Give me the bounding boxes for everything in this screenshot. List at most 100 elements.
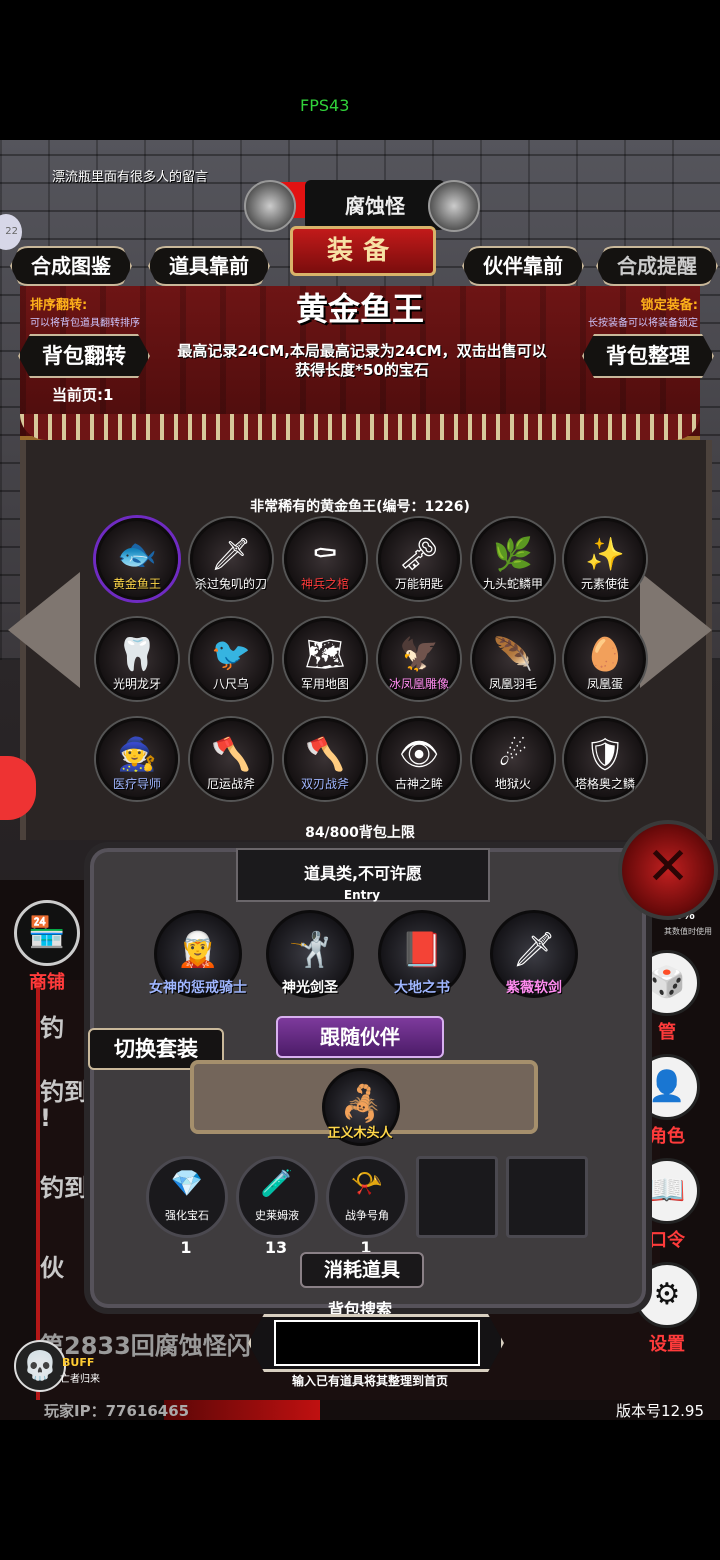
empty-consumable-slot[interactable] [416, 1156, 498, 1238]
partner-slot[interactable]: 🧝 女神的惩戒骑士 [149, 910, 247, 998]
current-page: 当前页:1 [52, 386, 114, 404]
shop-button[interactable]: 🏪 商铺 [12, 900, 82, 994]
left-skull-ornament-icon [244, 180, 296, 232]
consumable-slot[interactable]: 💎 强化宝石 [146, 1156, 228, 1238]
close-icon[interactable]: ✕ [618, 820, 718, 920]
consumable-icon: 📯 [350, 1169, 384, 1199]
inventory-slot[interactable]: 🥚 凤凰蛋 [564, 618, 646, 700]
empty-consumable-slot[interactable] [506, 1156, 588, 1238]
inventory-slot[interactable]: 🌿 九头蛇鳞甲 [472, 518, 554, 600]
dragon-fang-icon: 🦷 [117, 635, 157, 673]
buff-label: BUFF [62, 1356, 95, 1369]
inventory-slot[interactable]: ☄ 地狱火 [472, 718, 554, 800]
inventory-slot[interactable]: 🪶 凤凰羽毛 [472, 618, 554, 700]
coffin-icon: ⚰ [311, 535, 339, 573]
inventory-slot[interactable]: 🗺 军用地图 [284, 618, 366, 700]
element-apostle-icon: ✨ [585, 535, 625, 573]
inventory-slot[interactable]: ✨ 元素使徒 [564, 518, 646, 600]
inventory-slot[interactable]: 👁 古神之眸 [378, 718, 460, 800]
consumables-title: 消耗道具 [300, 1252, 424, 1288]
sort-flip-desc: 可以将背包道具翻转排序 [30, 318, 140, 329]
inventory-slot[interactable]: 🗡 杀过兔叽的刀 [190, 518, 272, 600]
log-line: 钓 [40, 1014, 64, 1042]
version-number: 版本号12.95 [616, 1402, 704, 1420]
log-line: 钓到 [40, 1078, 88, 1106]
scale-icon: 🛡 [584, 735, 626, 773]
curtain-fringe [20, 414, 700, 440]
entry-label: Entry [343, 888, 381, 902]
inventory-slot[interactable]: 🐦 八尺乌 [190, 618, 272, 700]
inventory-slot[interactable]: 🦅 冰凤凰雕像 [378, 618, 460, 700]
bag-search-hint: 输入已有道具将其整理到首页 [291, 1374, 448, 1388]
bag-tidy-button[interactable]: 背包整理 [582, 334, 714, 378]
selected-item-description: 最高记录24CM,本局最高记录为24CM，双击出售可以获得长度*50的宝石 [177, 342, 547, 379]
inventory-slot[interactable]: 🪓 厄运战斧 [190, 718, 272, 800]
player-ip: 玩家IP：77616465 [44, 1402, 190, 1420]
lock-equip-desc: 长按装备可以将装备锁定 [588, 318, 698, 329]
equip-title: 装备 [290, 226, 436, 276]
hellfire-icon: ☄ [498, 735, 528, 773]
eye-icon: 👁 [398, 735, 440, 773]
wooden-man-icon: 🦂 [340, 1084, 384, 1124]
consumable-name: 史莱姆液 [255, 1209, 299, 1222]
lock-equip-title: 锁定装备: [640, 298, 698, 313]
knife-icon: 🗡 [210, 535, 252, 573]
inventory-slot[interactable]: 🪓 双刃战斧 [284, 718, 366, 800]
settings-label: 设置 [649, 1334, 685, 1355]
inventory-slot[interactable]: 🦷 光明龙牙 [96, 618, 178, 700]
consumable-name: 战争号角 [345, 1209, 389, 1222]
bag-search-input[interactable] [274, 1320, 480, 1366]
bag-capacity: 84/800背包上限 [305, 825, 415, 841]
bag-flip-button[interactable]: 背包翻转 [18, 334, 150, 378]
feather-icon: 🪶 [493, 635, 533, 673]
partner-portrait-icon: 📕 [400, 930, 444, 970]
inventory-slot[interactable]: 🐟 黄金鱼王 [96, 518, 178, 600]
monster-name: 腐蚀怪 [345, 194, 405, 218]
consumable-name: 强化宝石 [165, 1209, 209, 1222]
key-icon: 🗝 [398, 535, 440, 573]
items-first-button[interactable]: 道具靠前 [148, 246, 270, 286]
doom-axe-icon: 🪓 [211, 735, 251, 773]
map-icon: 🗺 [304, 635, 346, 673]
item-detail-header: 非常稀有的黄金鱼王(编号：1226) [250, 499, 470, 515]
partner-portrait-icon: 🧝 [176, 930, 220, 970]
egg-icon: 🥚 [585, 635, 625, 673]
follow-partner-name: 正义木头人 [327, 1126, 393, 1141]
selected-item-title: 黄金鱼王 [295, 290, 424, 328]
partners-first-button[interactable]: 伙伴靠前 [462, 246, 584, 286]
inventory-slot[interactable]: ⚰ 神兵之棺 [284, 518, 366, 600]
partner-name: 紫薇软剑 [506, 980, 562, 996]
inventory-slot[interactable]: 🛡 塔格奥之鳞 [564, 718, 646, 800]
partner-slot[interactable]: 📕 大地之书 [378, 910, 466, 998]
consumable-slot[interactable]: 📯 战争号角 [326, 1156, 408, 1238]
sort-flip-title: 排序翻转: [30, 298, 88, 313]
golden-fish-icon: 🐟 [117, 535, 157, 573]
synthesis-reminder-button[interactable]: 合成提醒 [596, 246, 718, 286]
inventory-slot-label: 凤凰蛋 [586, 677, 623, 691]
prev-page-arrow-icon[interactable] [8, 572, 80, 688]
inventory-slot[interactable]: 🗝 万能钥匙 [378, 518, 460, 600]
hydra-armor-icon: 🌿 [493, 535, 533, 573]
log-line: 伙 [40, 1254, 64, 1282]
log-line: 钓到 [40, 1174, 88, 1202]
buff-name: 亡者归来 [60, 1374, 100, 1385]
synthesis-guide-button[interactable]: 合成图鉴 [10, 246, 132, 286]
percent-note: 其数值时使用 [664, 927, 712, 936]
inventory-slot-label: 塔格奥之鳞 [574, 777, 635, 791]
partner-portrait-icon: 🗡 [512, 930, 556, 970]
consumable-icon: 🧪 [260, 1169, 294, 1199]
skull-buff-icon[interactable]: 💀 [14, 1340, 66, 1392]
partner-slot[interactable]: 🗡 紫薇软剑 [490, 910, 578, 998]
inventory-slot[interactable]: 🧙 医疗导师 [96, 718, 178, 800]
partner-slot[interactable]: 🤺 神光剑圣 [266, 910, 354, 998]
consumable-count: 1 [180, 1238, 192, 1257]
shop-icon: 🏪 [14, 900, 80, 966]
crow-icon: 🐦 [211, 635, 251, 673]
partner-portrait-icon: 🤺 [288, 930, 332, 970]
drift-bottle-message[interactable]: 漂流瓶里面有很多人的留言 [52, 166, 208, 185]
fps-counter: FPS43 [300, 96, 350, 115]
ice-phoenix-icon: 🦅 [399, 635, 439, 673]
consumable-slot[interactable]: 🧪 史莱姆液 [236, 1156, 318, 1238]
consumable-icon: 💎 [170, 1169, 204, 1199]
right-skull-ornament-icon [428, 180, 480, 232]
